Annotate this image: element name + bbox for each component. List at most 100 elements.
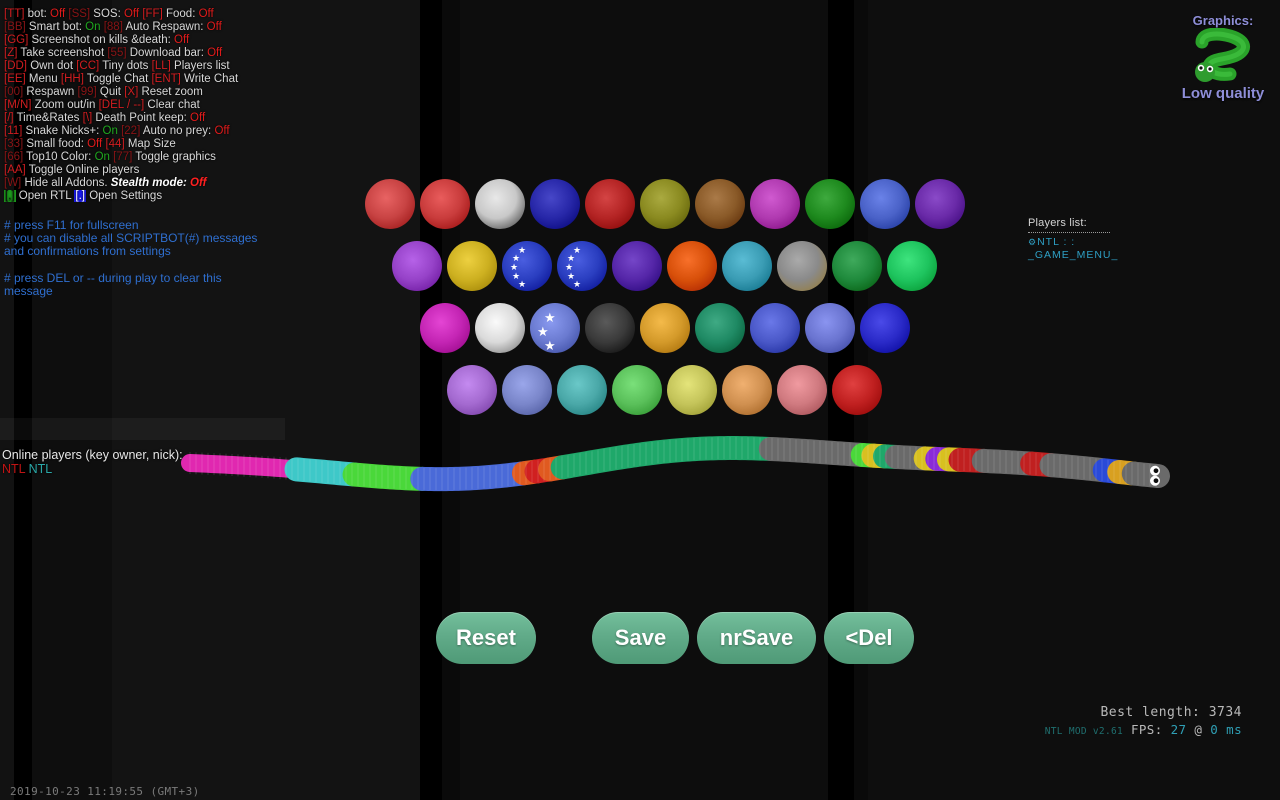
skin-color-row <box>0 179 1280 229</box>
hotkey-binding: [TT] <box>4 8 25 20</box>
hotkey-binding: [ENT] <box>151 73 181 85</box>
skin-eu-3[interactable]: ★ ★ ★ <box>530 303 580 353</box>
skin-gray-gold[interactable] <box>777 241 827 291</box>
skin-red-2[interactable] <box>420 179 470 229</box>
hotkey-binding: [X] <box>124 86 139 98</box>
hotkey-binding: [77] <box>113 151 133 163</box>
hotkey-text: On <box>94 151 110 163</box>
skin-cyan[interactable] <box>722 241 772 291</box>
skin-amber[interactable] <box>640 303 690 353</box>
skin-olive[interactable] <box>640 179 690 229</box>
hotkey-text: Respawn <box>23 86 78 98</box>
hotkey-text: Download bar: <box>126 47 208 59</box>
hotkey-text: Death Point keep: <box>92 112 191 124</box>
hotkey-binding: [\] <box>82 112 93 124</box>
skin-silver[interactable] <box>475 179 525 229</box>
skin-light-green[interactable] <box>612 365 662 415</box>
hotkey-binding: [/] <box>4 112 14 124</box>
reset-button[interactable]: Reset <box>436 612 536 664</box>
del-button[interactable]: <Del <box>824 612 914 664</box>
hotkey-text: Map Size <box>124 138 176 150</box>
skin-color-row <box>0 365 1280 415</box>
skin-purple-1[interactable] <box>915 179 965 229</box>
skin-blue-3[interactable] <box>805 303 855 353</box>
skin-red-3[interactable] <box>832 365 882 415</box>
graphics-quality-badge[interactable]: Graphics: Low quality <box>1172 14 1274 110</box>
hotkey-binding: [SS] <box>68 8 91 20</box>
nrsave-button[interactable]: nrSave <box>697 612 816 664</box>
hotkey-text: Take screenshot <box>17 47 108 59</box>
skin-gold[interactable] <box>447 241 497 291</box>
skin-dark-gray[interactable] <box>585 303 635 353</box>
skin-orange[interactable] <box>667 241 717 291</box>
hotkey-text: Off <box>50 8 66 20</box>
hotkey-text: Auto Respawn: <box>122 21 207 33</box>
stats-overlay: Best length: 3734 NTL MOD v2.61 FPS: 27 … <box>1045 704 1242 740</box>
eu-stars-icon: ★ ★ ★ ★ ★ <box>557 241 607 291</box>
hotkey-binding: [BB] <box>4 21 26 33</box>
skin-teal[interactable] <box>695 303 745 353</box>
hotkey-binding: [LL] <box>151 60 171 72</box>
hotkey-binding: [22] <box>121 125 141 137</box>
hotkey-text: bot: <box>24 8 51 20</box>
hotkey-text: Off <box>174 34 190 46</box>
skin-lavender[interactable] <box>447 365 497 415</box>
hotkey-binding: [33] <box>4 138 24 150</box>
skin-blue-2[interactable] <box>750 303 800 353</box>
hotkey-text: Toggle Online players <box>25 164 140 176</box>
skin-green[interactable] <box>805 179 855 229</box>
star-icon: ★ <box>573 279 582 289</box>
hotkey-line: [BB] Smart bot: On [88] Auto Respawn: Of… <box>4 21 238 34</box>
hotkey-text: Small food: <box>23 138 88 150</box>
hotkey-line: [Z] Take screenshot [55] Download bar: O… <box>4 47 238 60</box>
hotkey-binding: [00] <box>4 86 24 98</box>
save-button[interactable]: Save <box>592 612 689 664</box>
hotkey-text: Own dot <box>27 60 77 72</box>
skin-blue-1[interactable] <box>860 179 910 229</box>
hotkey-text: Off <box>206 21 222 33</box>
skin-peach[interactable] <box>722 365 772 415</box>
skin-emerald[interactable] <box>832 241 882 291</box>
star-icon: ★ <box>544 310 556 325</box>
skin-periwinkle[interactable] <box>502 365 552 415</box>
skin-white[interactable] <box>475 303 525 353</box>
skin-eu-2[interactable]: ★ ★ ★ ★ ★ <box>557 241 607 291</box>
hotkey-line: [33] Small food: Off [44] Map Size <box>4 138 238 151</box>
hotkey-text: Zoom out/in <box>31 99 99 111</box>
hotkey-text: Snake Nicks+: <box>22 125 103 137</box>
best-length-row: Best length: 3734 <box>1045 704 1242 721</box>
hotkey-binding: [55] <box>107 47 127 59</box>
skin-aqua[interactable] <box>557 365 607 415</box>
skin-rose[interactable] <box>777 365 827 415</box>
hotkey-binding: [99] <box>77 86 97 98</box>
eu-stars-icon: ★ ★ ★ <box>530 303 580 353</box>
hotkey-text: Reset zoom <box>138 86 203 98</box>
ping-unit: ms <box>1226 722 1242 737</box>
skin-violet[interactable] <box>392 241 442 291</box>
hotkey-text: Off <box>207 47 223 59</box>
hotkey-binding: [GG] <box>4 34 29 46</box>
hotkey-binding: [Z] <box>4 47 18 59</box>
skin-eu-1[interactable]: ★ ★ ★ ★ ★ <box>502 241 552 291</box>
skin-yellow-green[interactable] <box>667 365 717 415</box>
skin-bronze[interactable] <box>695 179 745 229</box>
hotkey-line: [11] Snake Nicks+: On [22] Auto no prey:… <box>4 125 238 138</box>
hotkey-text: On <box>102 125 118 137</box>
skin-lime-green[interactable] <box>887 241 937 291</box>
skin-pink[interactable] <box>420 303 470 353</box>
hotkey-binding: [11] <box>4 125 23 137</box>
hotkey-binding: [66] <box>4 151 24 163</box>
hotkey-line: [/] Time&Rates [\] Death Point keep: Off <box>4 112 238 125</box>
mod-version-tag: NTL MOD v2.61 <box>1044 726 1124 737</box>
hotkey-line: [M/N] Zoom out/in [DEL / --] Clear chat <box>4 99 238 112</box>
skin-color-row: ★ ★ ★ ★ ★ ★ ★ ★ ★ ★ <box>0 241 1280 291</box>
skin-crimson[interactable] <box>585 179 635 229</box>
skin-navy[interactable] <box>530 179 580 229</box>
snake-logo-icon <box>1195 28 1250 82</box>
ping-at-symbol: @ <box>1194 722 1203 737</box>
skin-magenta[interactable] <box>750 179 800 229</box>
skin-red-1[interactable] <box>365 179 415 229</box>
skin-blue-4[interactable] <box>860 303 910 353</box>
skin-indigo[interactable] <box>612 241 662 291</box>
hotkey-binding: [EE] <box>4 73 26 85</box>
